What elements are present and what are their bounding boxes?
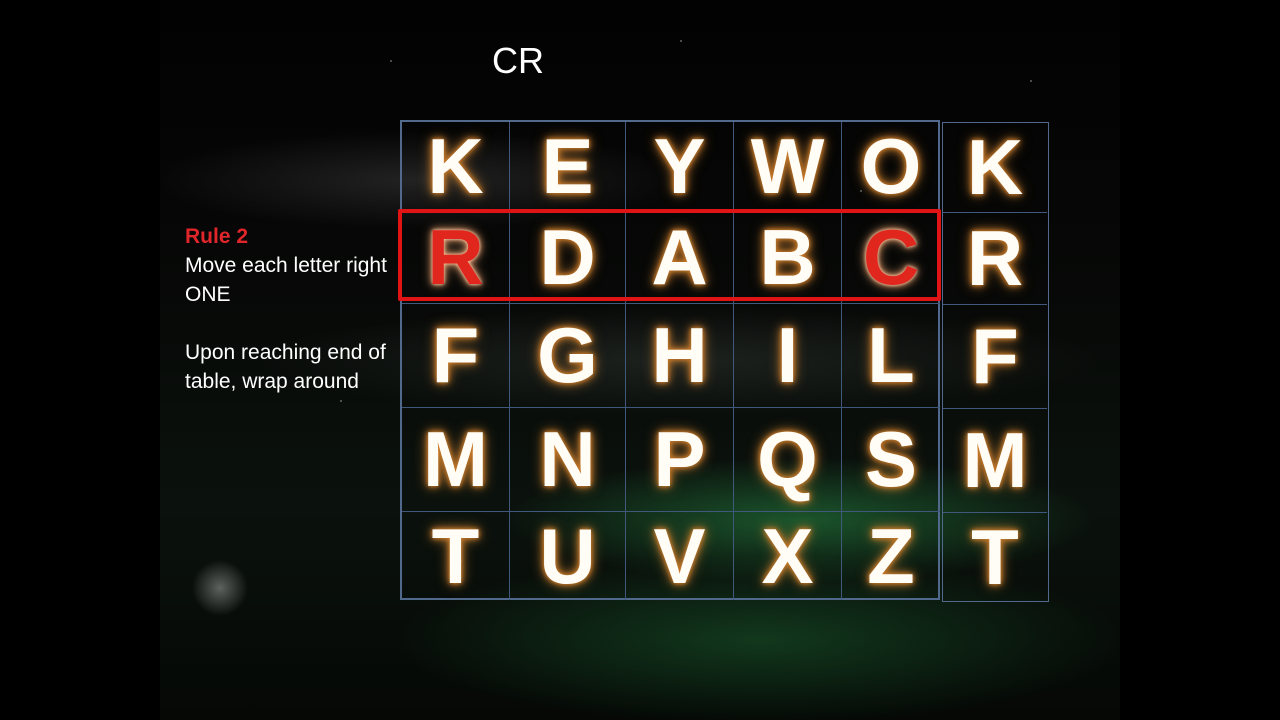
grid-cell-r1c3: Y [626, 122, 734, 212]
grid-cell-r3c2: G [510, 304, 626, 408]
rule-line-2: Upon reaching end of table, wrap around [185, 341, 386, 393]
rule-line-1: Move each letter right ONE [185, 254, 387, 306]
grid-cell-r4c3: P [626, 408, 734, 512]
wrap-column: KRFMT [942, 122, 1049, 602]
grid-cell-r4c5: S [842, 408, 940, 512]
grid-cell-r1c1: K [402, 122, 510, 212]
wrap-column-cell-4: M [943, 409, 1047, 513]
grid-cell-r1c2: E [510, 122, 626, 212]
grid-cell-r1c4: W [734, 122, 842, 212]
wrap-column-cell-2: R [943, 213, 1047, 305]
grid-cell-r4c2: N [510, 408, 626, 512]
wrap-column-cell-1: K [943, 123, 1047, 213]
grid-cell-r3c5: L [842, 304, 940, 408]
grid-cell-r5c4: X [734, 512, 842, 600]
grid-cell-r5c5: Z [867, 511, 915, 600]
slide-title: CR [492, 40, 544, 81]
grid-cell-r3c3: H [626, 304, 734, 408]
grid-cell-r3c1: F [402, 304, 510, 408]
grid-cell-r3c4: I [734, 304, 842, 408]
slide: CR Rule 2 Move each letter right ONE Upo… [160, 0, 1120, 720]
wrap-column-cell-5: T [971, 512, 1019, 601]
grid-cell-r5c2: U [510, 512, 626, 600]
grid-cell-r5c1: T [402, 512, 510, 600]
rule-text-box: Rule 2 Move each letter right ONE Upon r… [185, 222, 395, 396]
grid-cell-r5c3: V [626, 512, 734, 600]
rule-title: Rule 2 [185, 225, 249, 248]
row-highlight-box [398, 209, 941, 301]
grid-cell-r4c1: M [402, 408, 510, 512]
grid-cell-r4c4: Q [734, 408, 842, 512]
keyword-grid: KEYWORDABCFGHILMNPQSTUVXZ [400, 120, 940, 600]
wrap-column-cell-3: F [943, 305, 1047, 409]
grid-cell-r1c5: O [842, 122, 940, 212]
